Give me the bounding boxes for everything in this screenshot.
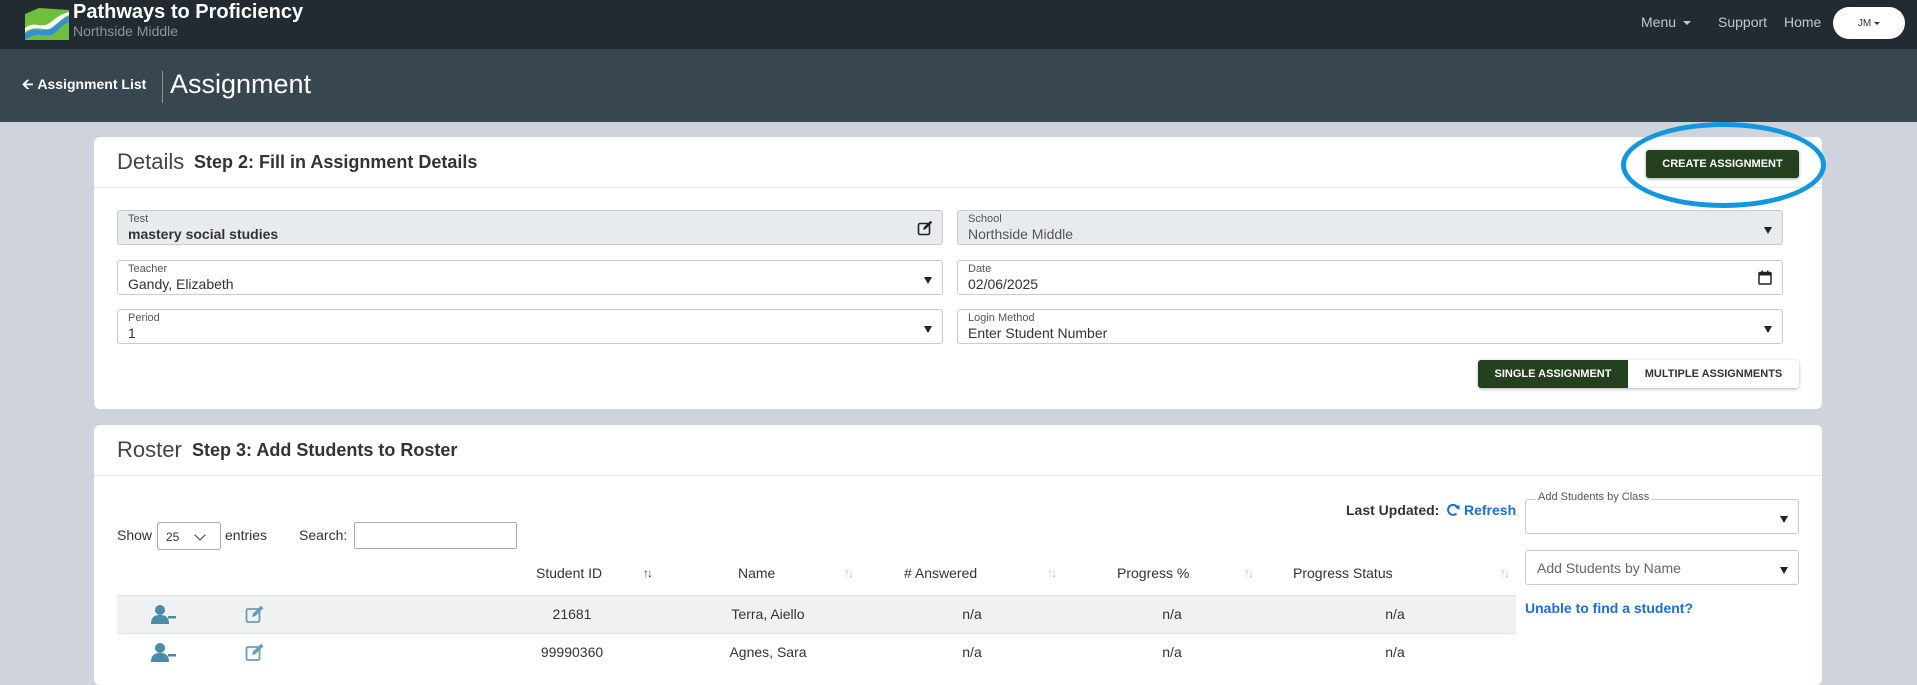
details-card-header: Details Step 2: Fill in Assignment Detai…	[94, 122, 1826, 208]
create-assignment-button[interactable]: CREATE ASSIGNMENT	[1646, 150, 1799, 178]
progress-percent-cell: n/a	[1162, 644, 1182, 660]
user-initials: JM	[1857, 17, 1872, 29]
dropdown-arrow-icon	[924, 326, 932, 333]
refresh-label: Refresh	[1464, 502, 1517, 518]
dropdown-arrow-icon	[1780, 516, 1788, 523]
roster-card-header: Roster Step 3: Add Students to Roster	[94, 425, 1822, 476]
add-by-name-placeholder: Add Students by Name	[1537, 560, 1681, 576]
home-link[interactable]: Home	[1784, 14, 1821, 30]
sort-icon[interactable]: ↑↓	[1047, 566, 1057, 580]
refresh-icon	[1447, 503, 1460, 516]
date-input[interactable]: Date 02/06/2025	[957, 260, 1783, 295]
school-value: Northside Middle	[968, 226, 1074, 242]
add-students-by-class-select[interactable]: Add Students by Class	[1525, 491, 1799, 534]
support-link[interactable]: Support	[1718, 14, 1767, 30]
caret-down-icon	[1683, 21, 1692, 26]
app-title[interactable]: Pathways to Proficiency	[73, 1, 303, 24]
roster-title: Roster	[117, 437, 182, 462]
search-label: Search:	[299, 527, 348, 543]
back-link-label: Assignment List	[37, 76, 147, 92]
roster-table-header: Student ID ↑↓ Name ↑↓ # Answered ↑↓ Prog…	[117, 557, 1516, 587]
teacher-value: Gandy, Elizabeth	[128, 276, 234, 292]
refresh-button[interactable]: Refresh	[1446, 502, 1516, 518]
column-header-progress-percent[interactable]: Progress %	[1117, 565, 1189, 581]
progress-status-cell: n/a	[1385, 644, 1405, 660]
date-value: 02/06/2025	[968, 276, 1039, 292]
test-value: mastery social studies	[128, 226, 279, 242]
remove-student-icon[interactable]	[150, 642, 176, 662]
last-updated-label: Last Updated:	[1346, 502, 1440, 518]
edit-student-icon[interactable]	[245, 643, 265, 662]
period-label: Period	[128, 312, 160, 324]
teacher-select[interactable]: Teacher Gandy, Elizabeth	[117, 260, 943, 295]
chevron-down-icon	[194, 529, 206, 541]
caret-down-icon	[1874, 21, 1881, 25]
search-input[interactable]	[354, 522, 517, 549]
period-select[interactable]: Period 1	[117, 309, 943, 344]
login-method-select[interactable]: Login Method Enter Student Number	[957, 309, 1783, 344]
student-name-cell: Terra, Aiello	[731, 606, 805, 622]
add-students-by-name-select[interactable]: Add Students by Name	[1525, 550, 1799, 585]
student-name-cell: Agnes, Sara	[729, 644, 807, 660]
details-card: Details Step 2: Fill in Assignment Detai…	[94, 122, 1826, 409]
dropdown-arrow-icon	[1764, 326, 1772, 333]
entries-per-page-select[interactable]: 25	[157, 522, 221, 550]
logo-icon[interactable]	[25, 6, 69, 40]
student-id-cell: 21681	[552, 606, 592, 622]
multiple-assignments-button[interactable]: MULTIPLE ASSIGNMENTS	[1628, 360, 1799, 388]
show-label: Show	[117, 527, 153, 543]
answered-cell: n/a	[962, 644, 982, 660]
top-navbar: Pathways to Proficiency Northside Middle…	[0, 0, 1917, 49]
progress-status-cell: n/a	[1385, 606, 1405, 622]
student-id-cell: 99990360	[540, 644, 604, 660]
column-header-progress-status[interactable]: Progress Status	[1293, 565, 1393, 581]
column-header-name[interactable]: Name	[738, 565, 775, 581]
column-header-answered[interactable]: # Answered	[904, 565, 977, 581]
edit-icon[interactable]	[917, 220, 933, 236]
calendar-icon[interactable]	[1758, 270, 1772, 285]
details-title: Details	[117, 149, 185, 174]
school-select[interactable]: School Northside Middle	[957, 210, 1783, 245]
details-step-title: Step 2: Fill in Assignment Details	[194, 152, 478, 172]
teacher-label: Teacher	[128, 263, 168, 275]
roster-step-title: Step 3: Add Students to Roster	[192, 440, 458, 460]
school-label: School	[968, 213, 1002, 225]
sort-icon[interactable]: ↑↓	[844, 566, 854, 580]
sort-icon[interactable]: ↑↓	[1244, 566, 1254, 580]
roster-card: Roster Step 3: Add Students to Roster La…	[94, 425, 1822, 685]
test-field[interactable]: Test mastery social studies	[117, 210, 943, 245]
edit-student-icon[interactable]	[245, 605, 265, 624]
period-value: 1	[128, 325, 136, 341]
column-header-student-id[interactable]: Student ID	[536, 565, 602, 581]
sort-icon[interactable]: ↑↓	[1500, 566, 1510, 580]
add-by-class-label: Add Students by Class	[1536, 491, 1652, 503]
login-method-label: Login Method	[968, 312, 1035, 324]
unable-to-find-student-link[interactable]: Unable to find a student?	[1525, 600, 1693, 616]
dropdown-arrow-icon	[1764, 227, 1772, 234]
page-title: Assignment	[170, 69, 312, 99]
date-label: Date	[968, 263, 992, 275]
table-row: 99990360 Agnes, Sara n/a n/a n/a	[117, 633, 1516, 671]
back-to-assignment-list-link[interactable]: 🡨 Assignment List	[22, 74, 146, 98]
school-subtitle: Northside Middle	[73, 23, 179, 39]
test-label: Test	[128, 213, 149, 225]
progress-percent-cell: n/a	[1162, 606, 1182, 622]
assignment-mode-toggle: SINGLE ASSIGNMENT MULTIPLE ASSIGNMENTS	[1478, 360, 1799, 388]
menu-label: Menu	[1641, 14, 1677, 30]
entries-label: entries	[225, 527, 268, 543]
table-row: 21681 Terra, Aiello n/a n/a n/a	[117, 595, 1516, 633]
sort-asc-icon[interactable]: ↑↓	[643, 566, 653, 580]
user-menu-button[interactable]: JM	[1833, 7, 1905, 39]
arrow-left-icon: 🡨	[22, 76, 34, 92]
remove-student-icon[interactable]	[150, 604, 176, 624]
entries-value: 25	[166, 530, 180, 544]
menu-dropdown[interactable]: Menu	[1641, 14, 1692, 30]
login-method-value: Enter Student Number	[968, 325, 1108, 341]
answered-cell: n/a	[962, 606, 982, 622]
header-divider	[162, 71, 163, 103]
dropdown-arrow-icon	[924, 277, 932, 284]
single-assignment-button[interactable]: SINGLE ASSIGNMENT	[1478, 360, 1628, 388]
page-header: 🡨 Assignment List Assignment	[0, 49, 1917, 122]
dropdown-arrow-icon	[1780, 567, 1788, 574]
